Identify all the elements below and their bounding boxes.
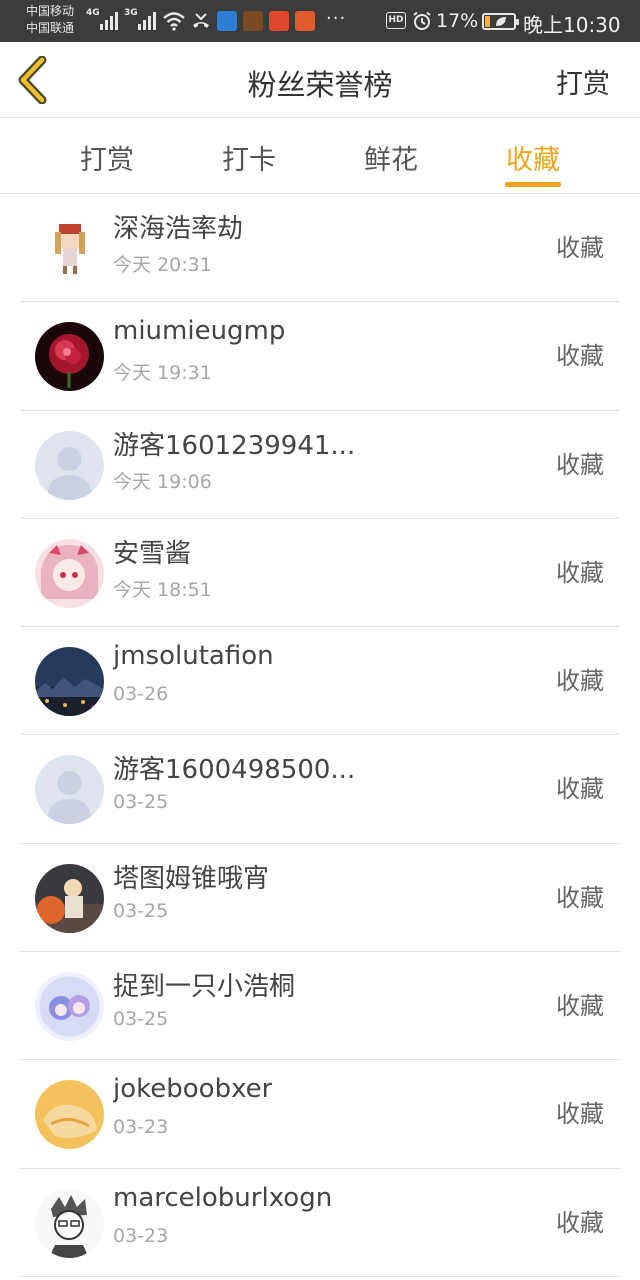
fan-row[interactable]: jmsolutafion 03-26 收藏: [20, 627, 620, 736]
signal-2-icon: 3G: [124, 8, 156, 30]
avatar-image: [35, 1188, 104, 1258]
fan-row[interactable]: miumieugmp 今天 19:31 收藏: [20, 302, 620, 411]
tab-reward[interactable]: 打赏: [57, 138, 157, 177]
fan-name: marceloburlxogn: [113, 1182, 333, 1213]
carrier-1: 中国移动: [26, 4, 75, 18]
signal-1-icon: 4G: [86, 8, 118, 30]
fan-row[interactable]: marceloburlxogn 03-23 收藏: [20, 1169, 620, 1277]
fan-time: 03-25: [113, 899, 169, 922]
fan-time: 03-23: [113, 1116, 169, 1139]
reward-button[interactable]: 打赏: [556, 62, 610, 101]
app-notify-icon-4: [295, 11, 315, 31]
tab-label: 打赏: [80, 145, 134, 176]
avatar[interactable]: [35, 430, 104, 500]
avatar-image: [35, 538, 104, 608]
avatar-image: [35, 755, 104, 825]
fan-action-label: 收藏: [556, 1208, 604, 1237]
avatar[interactable]: [35, 755, 104, 825]
avatar-image: [35, 972, 104, 1042]
fan-name: 安雪酱: [113, 538, 192, 569]
page-title: 粉丝荣誉榜: [247, 68, 393, 102]
tab-label: 鲜花: [364, 145, 418, 176]
fan-time: 03-26: [113, 683, 169, 706]
app-notify-icon-2: [243, 11, 263, 31]
avatar-image: [35, 1080, 104, 1150]
fan-action-label: 收藏: [556, 450, 604, 479]
avatar[interactable]: [35, 1080, 104, 1150]
tab-favorites[interactable]: 收藏: [483, 138, 583, 187]
status-clock: 晚上10:30: [523, 13, 621, 37]
avatar-image: [35, 322, 104, 392]
fan-row[interactable]: 安雪酱今天 18:51 收藏: [20, 519, 620, 628]
fan-action-label: 收藏: [556, 883, 604, 912]
fan-action-label: 收藏: [556, 342, 604, 371]
carrier-2: 中国联通: [26, 21, 75, 35]
missed-call-icon: [193, 13, 209, 28]
tab-checkin[interactable]: 打卡: [199, 138, 299, 177]
fan-row[interactable]: 游客1601239941... 今天 19:06 收藏: [20, 411, 620, 519]
battery-icon: [482, 13, 519, 30]
fan-action-label: 收藏: [556, 1100, 604, 1129]
fan-name: jokeboobxer: [113, 1074, 273, 1105]
app-notify-icon-1: [217, 11, 237, 31]
more-notifications-icon: ···: [326, 8, 347, 29]
fan-name: 塔图姆锥哦宵: [113, 863, 270, 894]
fan-action-label: 收藏: [556, 775, 604, 804]
battery-fill: [485, 16, 490, 27]
fan-name: miumieugmp: [113, 316, 286, 347]
fan-name: 捉到一只小浩桐: [113, 972, 296, 1003]
avatar[interactable]: [35, 1188, 104, 1258]
battery-percent: 17%: [436, 10, 479, 32]
app-notify-icon-3: [269, 11, 289, 31]
fan-time: 03-25: [113, 791, 169, 814]
fan-name: 游客1600498500...: [113, 755, 356, 786]
fan-action-label: 收藏: [556, 992, 604, 1021]
avatar[interactable]: [35, 972, 104, 1042]
fan-row[interactable]: jokeboobxer 03-23 收藏: [20, 1060, 620, 1169]
fan-time: 今天 19:31: [113, 362, 212, 385]
fan-time: 03-25: [113, 1008, 169, 1031]
fan-name: jmsolutafion: [113, 641, 274, 672]
avatar[interactable]: [35, 214, 104, 283]
fan-name: 游客1601239941...: [113, 430, 356, 461]
status-bar: 中国移动 中国联通 4G 3G ··· HD 17% 晚上10:30: [0, 0, 640, 42]
fan-time: 今天 19:06: [113, 470, 212, 493]
tab-flowers[interactable]: 鲜花: [341, 138, 441, 177]
fan-row[interactable]: 深海浩率劫今天 20:31 收藏: [20, 194, 620, 303]
tab-label: 收藏: [506, 145, 560, 176]
avatar-image: [35, 430, 104, 500]
carrier-labels: 中国移动 中国联通: [26, 3, 74, 37]
hd-icon: HD: [386, 12, 406, 29]
avatar-image: [35, 214, 104, 283]
fan-list: 深海浩率劫 今天 20:31 收藏 miumieugmp 今天 19:31 收藏 游客160…: [0, 194, 640, 1277]
tab-bar: 打赏 打卡 鲜花 收藏: [0, 118, 640, 194]
fan-action-label: 收藏: [556, 667, 604, 696]
fan-row[interactable]: 游客1600498500... 03-25 收藏: [20, 735, 620, 844]
avatar[interactable]: [35, 538, 104, 608]
fan-action-label: 收藏: [556, 234, 604, 262]
avatar[interactable]: [35, 863, 104, 933]
fan-row[interactable]: 塔图姆锥哦宵 03-25 收藏: [20, 844, 620, 953]
avatar-image: [35, 863, 104, 933]
alarm-icon: [413, 11, 431, 30]
wifi-icon: [163, 12, 185, 31]
tab-label: 打卡: [222, 145, 276, 176]
fan-row[interactable]: 捉到一只小浩桐 03-25 收藏: [20, 952, 620, 1061]
fan-name: 深海浩率劫: [113, 214, 244, 244]
avatar[interactable]: [35, 647, 104, 717]
fan-action-label: 收藏: [556, 558, 604, 587]
active-tab-indicator: [505, 182, 561, 187]
fan-time: 03-23: [113, 1224, 169, 1247]
nav-bar: 粉丝荣誉榜 打赏: [0, 42, 640, 118]
avatar-image: [35, 647, 104, 717]
fan-time: 今天 20:31: [113, 254, 212, 276]
fan-time: 今天 18:51: [113, 578, 212, 601]
power-saving-leaf-icon: [496, 17, 506, 26]
avatar[interactable]: [35, 322, 104, 392]
